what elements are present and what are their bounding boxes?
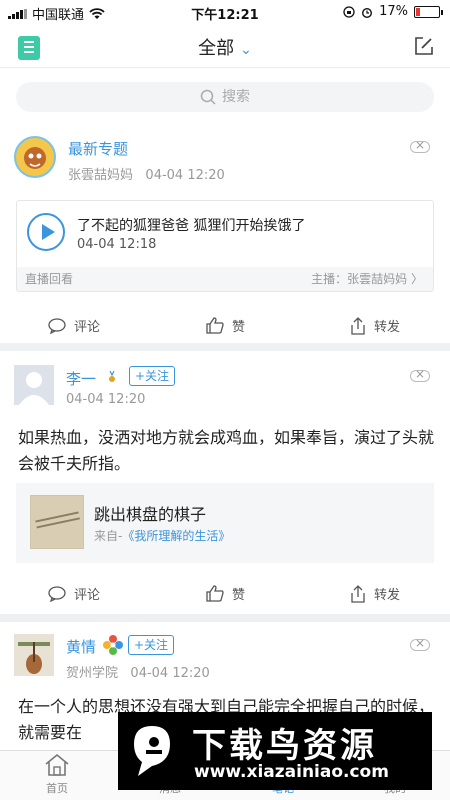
alarm-icon [362,7,373,18]
live-replay-label: 直播回看 [25,272,74,286]
thumbs-up-icon [206,317,224,334]
tab-home[interactable]: 首页 [12,753,102,796]
nav-title: 全部 [198,38,235,59]
divider [0,614,450,622]
flower-badge-icon [103,635,123,655]
avatar[interactable] [14,634,54,676]
post-time: 04-04 12:20 [130,666,210,681]
article-source: 来自-《我所理解的生活》 [94,527,230,544]
avatar[interactable] [14,365,54,405]
watermark-banner: 下载鸟资源 www.xiazainiao.com [118,712,432,790]
post-subtitle: 贺州学院 04-04 12:20 [66,662,210,681]
share-label: 转发 [374,320,401,335]
share-button[interactable]: 转发 [350,316,400,335]
shared-article-card[interactable]: 跳出棋盘的棋子 来自-《我所理解的生活》 [16,483,434,563]
post-author-name[interactable]: 黄情 [66,636,96,657]
live-host[interactable]: 主播：张雲喆妈妈 〉 [311,267,423,291]
chevron-down-icon: ⌄ [240,42,252,58]
play-icon[interactable] [27,213,65,251]
close-icon[interactable] [410,138,430,153]
close-icon[interactable] [410,367,430,382]
battery-icon [414,5,443,18]
medal-icon [109,371,115,382]
comment-label: 评论 [74,320,101,335]
post-subtitle: 张雲喆妈妈 04-04 12:20 [68,164,225,183]
share-icon [351,316,365,335]
post-time: 04-04 12:20 [145,168,225,183]
like-button[interactable]: 赞 [206,584,245,603]
post-card: 最新专题 张雲喆妈妈 04-04 12:20 了不起的狐狸爸爸 狐狸们开始挨饿了… [0,124,450,342]
watermark-title: 下载鸟资源 [192,726,377,766]
avatar[interactable] [14,136,56,178]
edit-icon[interactable] [414,36,434,56]
comment-icon [48,317,66,334]
home-icon [45,753,69,776]
like-label: 赞 [232,320,246,335]
live-footer: 直播回看 主播：张雲喆妈妈 〉 [17,267,433,291]
comment-button[interactable]: 评论 [48,316,100,335]
search-input[interactable]: 搜索 [16,82,434,112]
post-text: 如果热血，没洒对地方就会成鸡血，如果奉旨，演过了头就会被千夫所指。 [18,428,435,473]
post-actions: 评论 赞 转发 [0,308,450,342]
close-icon[interactable] [410,636,430,651]
article-thumbnail [30,495,84,549]
bird-logo-icon [134,726,170,776]
watermark-url: www.xiazainiao.com [194,762,389,782]
share-icon [351,584,365,603]
divider [0,343,450,351]
tab-home-label: 首页 [46,782,68,795]
post-author-name[interactable]: 最新专题 [68,138,128,159]
post-author: 张雲喆妈妈 [68,168,134,183]
thumbs-up-icon [206,585,224,602]
filter-dropdown[interactable]: 全部 ⌄ [0,34,450,60]
like-label: 赞 [232,588,246,603]
live-title: 了不起的狐狸爸爸 狐狸们开始挨饿了 [77,218,306,234]
share-label: 转发 [374,588,401,603]
live-card[interactable]: 了不起的狐狸爸爸 狐狸们开始挨饿了 04-04 12:18 直播回看 主播：张雲… [16,200,434,292]
search-icon [200,89,216,105]
search-placeholder: 搜索 [222,89,250,105]
comment-icon [48,585,66,602]
follow-button[interactable]: +关注 [129,366,176,386]
nav-bar: 全部 ⌄ [0,24,450,68]
follow-button[interactable]: +关注 [128,635,175,655]
post-time: 04-04 12:20 [66,392,146,407]
like-button[interactable]: 赞 [206,316,245,335]
battery-percent: 17% [379,4,408,19]
article-source-prefix: 来自- [94,529,123,543]
share-button[interactable]: 转发 [350,584,400,603]
post-school: 贺州学院 [66,666,119,681]
status-bar: 中国联通 下午12:21 17% [0,0,450,24]
post-actions: 评论 赞 转发 [0,576,450,610]
article-source-link[interactable]: 《我所理解的生活》 [122,529,230,543]
live-time: 04-04 12:18 [77,237,157,252]
comment-button[interactable]: 评论 [48,584,100,603]
post-card: 李一 +关注 04-04 12:20 如果热血，没洒对地方就会成鸡血，如果奉旨，… [0,351,450,613]
post-author-name[interactable]: 李一 [66,368,96,389]
comment-label: 评论 [74,588,101,603]
article-title: 跳出棋盘的棋子 [94,505,207,524]
lock-rotation-icon [343,5,355,18]
